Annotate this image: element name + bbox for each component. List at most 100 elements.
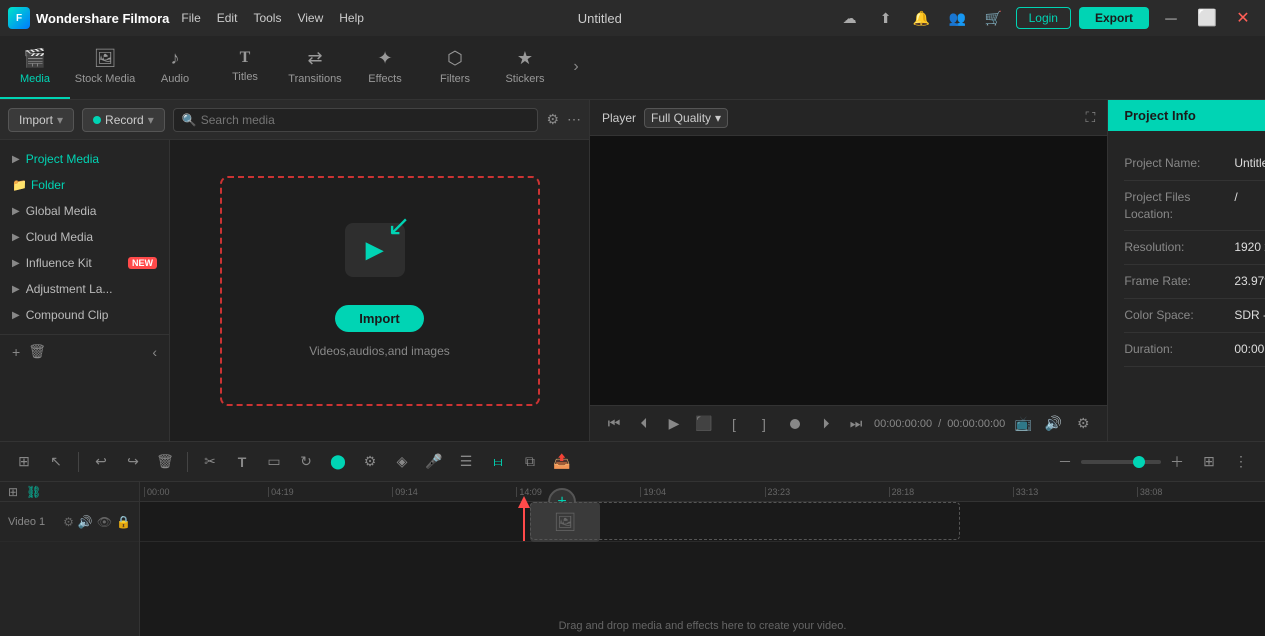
mark-out-button[interactable]: ] <box>752 416 776 432</box>
tab-audio[interactable]: ♪ Audio <box>140 35 210 99</box>
menu-file[interactable]: File <box>181 11 200 25</box>
community-icon[interactable]: 👥 <box>944 4 972 32</box>
tl-grid-icon[interactable]: ⊞ <box>1197 453 1221 470</box>
menu-view[interactable]: View <box>297 11 323 25</box>
timeline-link-icon[interactable]: ⛓ <box>26 485 41 499</box>
import-button[interactable]: Import ▾ <box>8 108 74 132</box>
track-lock-icon[interactable]: 🔒 <box>116 515 131 529</box>
tl-stabilize-icon[interactable]: ◈ <box>390 453 414 470</box>
ruler-mark-7: 33:13 <box>1013 487 1137 497</box>
import-center-button[interactable]: Import <box>335 305 423 332</box>
filters-tab-icon: ⬡ <box>447 48 463 69</box>
tl-redo-icon[interactable]: ↪ <box>121 453 145 470</box>
info-label-duration: Duration: <box>1124 341 1234 358</box>
search-input[interactable] <box>201 113 530 127</box>
tl-audio-settings-icon[interactable]: ⚙ <box>358 453 382 470</box>
next-frame-button[interactable]: ⏭ <box>844 415 868 432</box>
sidebar-item-global-media[interactable]: ▶ Global Media <box>0 198 169 224</box>
stop-button[interactable]: ⬛ <box>692 415 716 432</box>
track-settings-icon[interactable]: ⚙ <box>63 515 74 529</box>
zoom-slider[interactable] <box>1081 460 1161 464</box>
player-controls: ⏮ ⏴ ▶ ⬛ [ ] ⏵ ⏭ 00:00:00:00 / 00:00:00:0… <box>590 405 1107 441</box>
main-area: Import ▾ Record ▾ 🔍 ⚙ ⋯ ▶ Pr <box>0 100 1265 441</box>
filter-icon[interactable]: ⚙ <box>546 111 559 128</box>
timeline-add-track-icon[interactable]: ⊞ <box>8 485 18 499</box>
add-folder-icon[interactable]: + <box>12 344 20 360</box>
drop-zone[interactable]: ↙ ▶ Import Videos,audios,and images <box>220 176 540 406</box>
audio-button[interactable]: 🔊 <box>1041 415 1065 432</box>
tab-media[interactable]: 🎬 Media <box>0 35 70 99</box>
save-cloud-icon[interactable]: ☁ <box>836 4 864 32</box>
close-button[interactable]: ✕ <box>1229 4 1257 32</box>
sidebar-item-influence-kit[interactable]: ▶ Influence Kit NEW <box>0 250 169 276</box>
tab-more-chevron[interactable]: › <box>564 55 588 79</box>
tab-effects[interactable]: ✦ Effects <box>350 35 420 99</box>
settings-button[interactable]: ⚙ <box>1071 415 1095 432</box>
record-button[interactable]: Record ▾ <box>82 108 165 132</box>
tl-group-icon[interactable]: ⊞ <box>12 453 36 470</box>
sidebar-influence-kit-label: Influence Kit <box>26 256 122 270</box>
quality-select[interactable]: Full Quality ▾ <box>644 108 728 128</box>
info-label-resolution: Resolution: <box>1124 239 1234 256</box>
more-options-icon[interactable]: ⋯ <box>567 111 581 128</box>
tl-caption-icon[interactable]: ☰ <box>454 453 478 470</box>
tl-select-icon[interactable]: ↖ <box>44 453 68 470</box>
sidebar-collapse-icon[interactable]: ‹ <box>152 344 157 360</box>
sidebar-item-adjustment-layer[interactable]: ▶ Adjustment La... <box>0 276 169 302</box>
login-button[interactable]: Login <box>1016 7 1071 29</box>
tl-split-icon[interactable]: ⧦ <box>486 453 510 470</box>
cloud-sync-icon[interactable]: 🔔 <box>908 4 936 32</box>
export-button[interactable]: Export <box>1079 7 1149 29</box>
step-fwd-button[interactable]: ⏵ <box>814 415 838 432</box>
maximize-button[interactable]: ⬜ <box>1193 4 1221 32</box>
minimize-button[interactable]: － <box>1157 4 1185 32</box>
tab-transitions[interactable]: ⇄ Transitions <box>280 35 350 99</box>
zoom-out-icon[interactable]: － <box>1053 452 1077 472</box>
info-label-colorspace: Color Space: <box>1124 307 1234 324</box>
tl-more-icon[interactable]: ⋮ <box>1229 453 1253 470</box>
tl-text-icon[interactable]: T <box>230 454 254 470</box>
time-slider[interactable] <box>790 422 800 426</box>
tl-color-icon[interactable]: ⬤ <box>326 453 350 470</box>
tl-mic-icon[interactable]: 🎤 <box>422 453 446 470</box>
sidebar-folder-button[interactable]: 📁 Folder <box>0 172 169 198</box>
tab-stock-media[interactable]: 🖼 Stock Media <box>70 35 140 99</box>
tl-rotate-icon[interactable]: ↻ <box>294 453 318 470</box>
track-volume-icon[interactable]: 🔊 <box>78 515 93 529</box>
prev-frame-button[interactable]: ⏮ <box>602 415 626 432</box>
zoom-in-icon[interactable]: ＋ <box>1165 452 1189 472</box>
menu-edit[interactable]: Edit <box>217 11 238 25</box>
drop-dashed-zone[interactable] <box>530 502 960 540</box>
import-chevron-icon: ▾ <box>57 113 63 127</box>
sidebar-compound-clip-label: Compound Clip <box>26 308 157 322</box>
menu-tools[interactable]: Tools <box>253 11 281 25</box>
step-back-button[interactable]: ⏴ <box>632 415 656 432</box>
mark-in-button[interactable]: [ <box>722 416 746 432</box>
sidebar-item-cloud-media[interactable]: ▶ Cloud Media <box>0 224 169 250</box>
tab-titles[interactable]: T Titles <box>210 35 280 99</box>
cart-icon[interactable]: 🛒 <box>980 4 1008 32</box>
fullscreen-icon[interactable]: ⛶ <box>1086 109 1096 126</box>
sidebar-item-compound-clip[interactable]: ▶ Compound Clip <box>0 302 169 328</box>
ruler-mark-6: 28:18 <box>889 487 1013 497</box>
tl-crop-icon[interactable]: ▭ <box>262 453 286 470</box>
track-eye-icon[interactable]: 👁 <box>97 515 112 529</box>
tl-delete-icon[interactable]: 🗑 <box>153 453 177 470</box>
playhead[interactable] <box>523 502 525 541</box>
sidebar-item-chevron: ▶ <box>12 154 20 165</box>
share-icon[interactable]: ⬆ <box>872 4 900 32</box>
menu-help[interactable]: Help <box>339 11 364 25</box>
tl-clone-icon[interactable]: ⧉ <box>518 453 542 470</box>
time-total: 00:00:00:00 <box>947 418 1005 430</box>
project-info-tab[interactable]: Project Info <box>1108 100 1265 131</box>
screen-record-button[interactable]: 📺 <box>1011 415 1035 432</box>
tl-undo-icon[interactable]: ↩ <box>89 453 113 470</box>
tl-export-icon[interactable]: 📤 <box>550 453 574 470</box>
info-label-location: Project Files Location: <box>1124 189 1234 223</box>
sidebar-item-project-media[interactable]: ▶ Project Media <box>0 146 169 172</box>
tl-cut-icon[interactable]: ✂ <box>198 453 222 470</box>
tab-stickers[interactable]: ★ Stickers <box>490 35 560 99</box>
play-button[interactable]: ▶ <box>662 415 686 432</box>
delete-folder-icon[interactable]: 🗑 <box>28 343 46 360</box>
tab-filters[interactable]: ⬡ Filters <box>420 35 490 99</box>
